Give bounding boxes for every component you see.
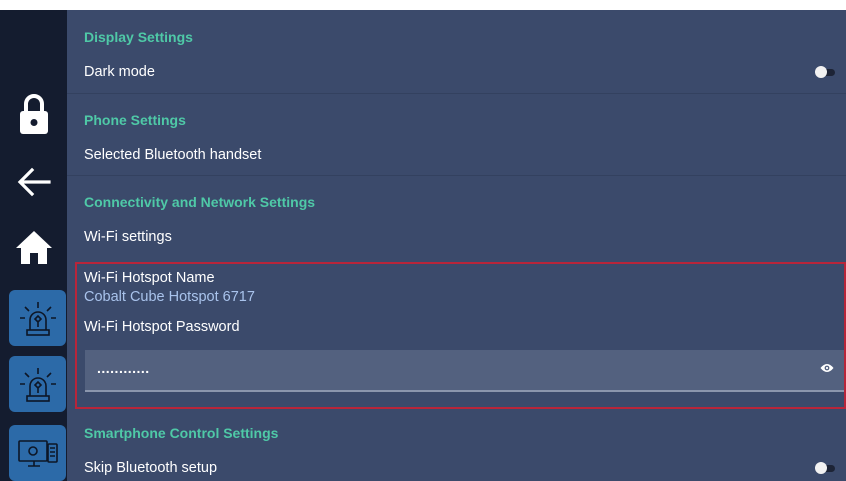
eye-icon[interactable]: [820, 362, 834, 374]
dark-mode-toggle[interactable]: [815, 66, 835, 78]
lock-icon: [19, 94, 48, 134]
bluetooth-handset-item[interactable]: Selected Bluetooth handset: [84, 147, 261, 163]
alarm-button-2[interactable]: [9, 356, 66, 412]
lock-button[interactable]: [0, 88, 67, 140]
siren-icon: [19, 302, 56, 336]
skip-bluetooth-label: Skip Bluetooth setup: [84, 460, 218, 476]
hotspot-password-label: Wi-Fi Hotspot Password: [84, 319, 240, 335]
section-heading-display: Display Settings: [84, 29, 193, 45]
hotspot-password-field[interactable]: ............: [85, 350, 844, 392]
divider: [67, 175, 846, 176]
home-button[interactable]: [0, 222, 67, 272]
hotspot-name-label: Wi-Fi Hotspot Name: [84, 270, 215, 286]
arrow-left-icon: [17, 167, 51, 197]
monitor-phone-icon: [17, 440, 58, 467]
skip-bluetooth-toggle[interactable]: [815, 462, 835, 474]
section-heading-phone: Phone Settings: [84, 112, 186, 128]
back-button[interactable]: [0, 158, 67, 206]
dark-mode-label: Dark mode: [84, 64, 155, 80]
siren-icon: [19, 368, 56, 402]
sidebar: [0, 10, 67, 481]
hotspot-name-value[interactable]: Cobalt Cube Hotspot 6717: [84, 289, 255, 305]
password-value: ............: [97, 360, 150, 376]
section-heading-smartphone: Smartphone Control Settings: [84, 425, 279, 441]
divider: [67, 93, 846, 94]
home-icon: [15, 231, 52, 264]
settings-panel: Display Settings Dark mode Phone Setting…: [67, 10, 846, 481]
screen-share-button[interactable]: [9, 425, 66, 481]
wifi-settings-item[interactable]: Wi-Fi settings: [84, 229, 172, 245]
alarm-button-1[interactable]: [9, 290, 66, 346]
section-heading-connectivity: Connectivity and Network Settings: [84, 194, 316, 210]
